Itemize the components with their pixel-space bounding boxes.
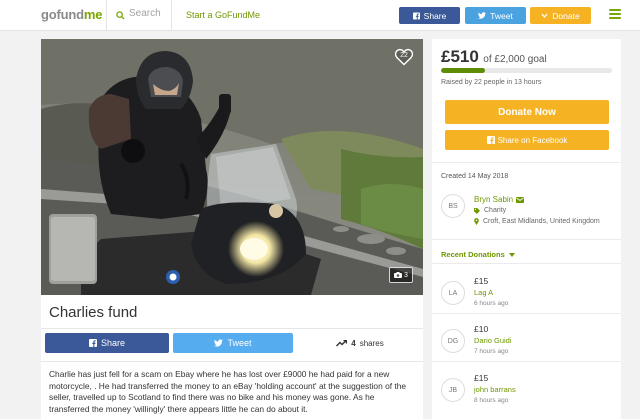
facebook-icon [486,136,495,144]
divider [432,162,621,163]
donor-name[interactable]: Dario Guidi [474,336,512,345]
amount-raised: £510 of £2,000 goal [441,47,547,67]
organizer-name[interactable]: Bryn Sabin [474,195,525,204]
organizer-location: Croft, East Midlands, United Kingdom [474,218,600,225]
search-icon [116,11,125,20]
chevron-down-icon [541,13,548,18]
photo-count: 3 [404,271,408,279]
donor-avatar: JB [441,378,465,402]
raised-by-text: Raised by 22 people in 13 hours [441,79,542,86]
organizer-type-label: Charity [484,207,507,214]
gofundme-logo[interactable]: gofundme [41,7,102,22]
tag-icon [474,207,480,214]
donation-amount: £15 [474,373,489,383]
tweet-label: Tweet [227,338,252,348]
header-share-button[interactable]: Share [399,7,460,24]
facebook-share-label: Share [100,338,126,348]
facebook-share-button[interactable]: Share [45,333,169,353]
twitter-icon [478,12,487,19]
progress-bar [441,68,612,73]
facebook-icon [88,339,97,347]
donation-time: 8 hours ago [474,397,509,404]
header-tweet-button[interactable]: Tweet [465,7,526,24]
logo-go: go [41,7,57,22]
donation-amount: £10 [474,324,489,334]
campaign-title: Charlies fund [49,304,138,321]
envelope-icon[interactable] [516,196,525,203]
trending-up-icon [336,339,348,346]
caret-down-icon [508,252,515,257]
header-donate-button[interactable]: Donate [530,7,591,24]
shares-counter: 4 shares [301,333,419,353]
donor-name[interactable]: john barrans [474,385,516,394]
campaign-card: Charlies fund Share Tweet 4 shares Charl… [41,295,423,419]
motorcyclist-photo [41,39,423,295]
header-donate-label: Donate [552,10,580,21]
divider [41,328,423,329]
location-pin-icon [474,218,479,225]
campaign-story: Charlie has just fell for a scam on Ebay… [49,369,407,414]
search-box[interactable] [106,0,172,31]
recent-donations-toggle[interactable]: Recent Donations [441,250,515,259]
campaign-photo[interactable]: 22 3 [41,39,423,295]
start-gofundme-link[interactable]: Start a GoFundMe [186,10,260,20]
organizer-name-label: Bryn Sabin [474,195,514,204]
divider [432,313,621,314]
donation-time: 7 hours ago [474,348,509,355]
donation-time: 6 hours ago [474,300,509,307]
divider [432,361,621,362]
donation-item: JB £15 john barrans 8 hours ago [432,373,621,419]
logo-fund: fund [56,7,84,22]
facebook-icon [412,12,420,19]
share-on-facebook-button[interactable]: Share on Facebook [445,130,609,150]
logo-me: me [83,7,103,22]
heart-badge[interactable]: 22 [394,47,414,67]
organizer-avatar[interactable]: BS [441,194,465,218]
divider [432,263,621,264]
shares-label: shares [359,338,384,348]
donation-item: DG £10 Dario Guidi 7 hours ago [432,324,621,371]
camera-icon [394,272,403,278]
tweet-button[interactable]: Tweet [173,333,293,353]
donation-item: LA £15 Lag A 6 hours ago [432,276,621,323]
donation-sidebar: £510 of £2,000 goal Raised by 22 people … [432,39,621,419]
created-date: Created 14 May 2018 [441,173,509,180]
top-nav: gofundme Start a GoFundMe Share Tweet Do… [0,0,640,31]
progress-fill [441,68,485,73]
goal-amount: of £2,000 goal [483,54,547,65]
hamburger-menu-icon[interactable] [609,9,621,19]
header-share-label: Share [423,10,447,21]
twitter-icon [214,339,224,347]
donation-amount: £15 [474,276,489,286]
heart-count: 22 [400,52,408,59]
shares-count: 4 [351,338,356,348]
share-on-facebook-label: Share on Facebook [497,135,568,145]
donor-name[interactable]: Lag A [474,288,493,297]
divider [432,239,621,240]
header-tweet-label: Tweet [490,10,513,21]
search-input[interactable] [129,8,169,19]
photo-gallery-button[interactable]: 3 [389,267,413,283]
recent-donations-label: Recent Donations [441,250,505,259]
donate-now-button[interactable]: Donate Now [445,100,609,124]
donor-avatar: LA [441,281,465,305]
divider [41,361,423,362]
raised-amount: £510 [441,47,479,66]
organizer-type: Charity [474,207,506,214]
donor-avatar: DG [441,329,465,353]
organizer-location-label: Croft, East Midlands, United Kingdom [483,218,600,225]
